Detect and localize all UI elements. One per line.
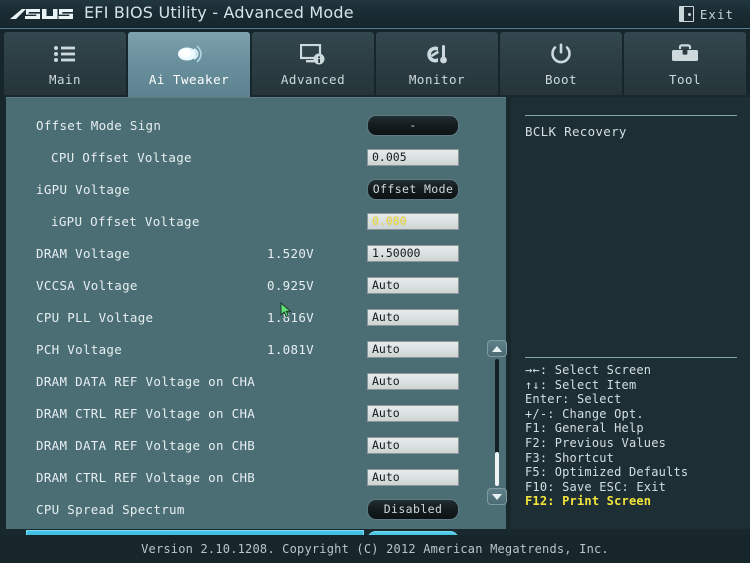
- setting-value-input[interactable]: 1.50000: [367, 244, 459, 262]
- keyboard-legend: →←: Select Screen ↑↓: Select Item Enter: S…: [525, 363, 743, 509]
- tab-tool-label: Tool: [668, 72, 702, 87]
- tab-monitor-label: Monitor: [408, 72, 466, 87]
- setting-row[interactable]: CPU Offset Voltage 0.005: [6, 145, 472, 169]
- setting-value-input[interactable]: Auto: [367, 308, 459, 326]
- setting-value-input[interactable]: 0.080: [367, 212, 459, 230]
- settings-list: Offset Mode Sign - CPU Offset Voltage 0.005…: [6, 113, 472, 561]
- legend-item: +/-: Change Opt.: [525, 406, 644, 421]
- help-panel: BCLK Recovery →←: Select Screen ↑↓: Selec…: [511, 97, 750, 529]
- tweaker-icon: [174, 41, 204, 67]
- setting-row[interactable]: DRAM CTRL REF Voltage on CHB Auto: [6, 465, 472, 489]
- setting-row[interactable]: DRAM DATA REF Voltage on CHA Auto: [6, 369, 472, 393]
- setting-label: CPU Offset Voltage: [51, 149, 192, 165]
- legend-item: F1: General Help: [525, 421, 644, 436]
- exit-door-icon: [678, 6, 694, 22]
- asus-logo: [8, 4, 76, 24]
- title-bar: EFI BIOS Utility - Advanced Mode Exit: [0, 0, 750, 29]
- help-title: BCLK Recovery: [525, 124, 627, 139]
- setting-label: VCCSA Voltage: [36, 277, 138, 293]
- scroll-up-button[interactable]: [487, 340, 507, 357]
- setting-label: CPU PLL Voltage: [36, 309, 154, 325]
- setting-label: iGPU Voltage: [36, 181, 130, 197]
- legend-item: →←: Select Screen: [525, 363, 652, 377]
- legend-item: ↑↓: Select Item: [525, 377, 637, 392]
- legend-item: F5: Optimized Defaults: [525, 465, 689, 480]
- navigation-tabs: Main Ai Tweaker Advanced Monitor Boot To…: [0, 30, 750, 97]
- tab-advanced[interactable]: Advanced: [252, 32, 374, 95]
- monitor-info-icon: [300, 41, 326, 67]
- scroll-down-arrow-icon: [492, 493, 502, 500]
- setting-label: DRAM DATA REF Voltage on CHB: [36, 437, 256, 453]
- tab-ai-tweaker-label: Ai Tweaker: [148, 72, 230, 87]
- tab-main-label: Main: [48, 72, 82, 87]
- setting-value-button[interactable]: Disabled: [367, 498, 459, 520]
- window-title: EFI BIOS Utility - Advanced Mode: [84, 3, 354, 22]
- help-top-divider: [525, 115, 737, 116]
- setting-row[interactable]: DRAM Voltage 1.520V 1.50000: [6, 241, 472, 265]
- toolbox-icon: [671, 41, 699, 67]
- setting-row[interactable]: iGPU Voltage Offset Mode: [6, 177, 472, 201]
- setting-value-input[interactable]: Auto: [367, 372, 459, 390]
- setting-label: Offset Mode Sign: [36, 117, 162, 133]
- legend-item: Enter: Select: [525, 392, 622, 407]
- setting-row[interactable]: CPU PLL Voltage 1.816V Auto: [6, 305, 472, 329]
- setting-row[interactable]: Offset Mode Sign -: [6, 113, 472, 137]
- setting-value-button[interactable]: Offset Mode: [367, 178, 459, 200]
- setting-row[interactable]: iGPU Offset Voltage 0.080: [6, 209, 472, 233]
- tab-ai-tweaker[interactable]: Ai Tweaker: [128, 32, 250, 97]
- setting-row[interactable]: DRAM CTRL REF Voltage on CHA Auto: [6, 401, 472, 425]
- scrollbar-thumb[interactable]: [495, 452, 499, 486]
- setting-monitored-value: 0.925V: [267, 277, 314, 293]
- setting-value-input[interactable]: Auto: [367, 468, 459, 486]
- setting-label: DRAM CTRL REF Voltage on CHA: [36, 405, 256, 421]
- list-icon: [53, 41, 77, 67]
- footer-bar: Version 2.10.1208. Copyright (C) 2012 Am…: [0, 535, 750, 563]
- settings-scrollbar[interactable]: [487, 340, 507, 505]
- tab-boot-label: Boot: [544, 72, 578, 87]
- setting-label: DRAM DATA REF Voltage on CHA: [36, 373, 256, 389]
- tab-monitor[interactable]: Monitor: [376, 32, 498, 95]
- legend-item: F3: Shortcut: [525, 450, 615, 465]
- scroll-down-button[interactable]: [487, 488, 507, 505]
- exit-button-label: Exit: [699, 6, 734, 22]
- tab-tool[interactable]: Tool: [624, 32, 746, 95]
- setting-row[interactable]: DRAM DATA REF Voltage on CHB Auto: [6, 433, 472, 457]
- tab-advanced-label: Advanced: [280, 72, 346, 87]
- legend-item: F2: Previous Values: [525, 435, 667, 450]
- setting-value-input[interactable]: Auto: [367, 436, 459, 454]
- legend-item: F10: Save ESC: Exit: [525, 479, 667, 494]
- setting-value-input[interactable]: Auto: [367, 404, 459, 422]
- tab-main[interactable]: Main: [4, 32, 126, 95]
- legend-item: F12: Print Screen: [525, 494, 652, 509]
- setting-value-input[interactable]: Auto: [367, 340, 459, 358]
- gauge-icon: [424, 41, 450, 67]
- setting-value-input[interactable]: Auto: [367, 276, 459, 294]
- setting-value-button[interactable]: -: [367, 114, 459, 136]
- setting-label: iGPU Offset Voltage: [51, 213, 200, 229]
- setting-label: DRAM Voltage: [36, 245, 130, 261]
- setting-label: CPU Spread Spectrum: [36, 501, 185, 517]
- setting-row[interactable]: VCCSA Voltage 0.925V Auto: [6, 273, 472, 297]
- setting-monitored-value: 1.081V: [267, 341, 314, 357]
- setting-row[interactable]: CPU Spread Spectrum Disabled: [6, 497, 472, 521]
- settings-panel: Offset Mode Sign - CPU Offset Voltage 0.005…: [6, 97, 507, 552]
- legend-divider: [525, 357, 737, 358]
- scroll-up-arrow-icon: [492, 345, 502, 352]
- setting-label: PCH Voltage: [36, 341, 123, 357]
- setting-monitored-value: 1.520V: [267, 245, 314, 261]
- setting-row[interactable]: PCH Voltage 1.081V Auto: [6, 337, 472, 361]
- setting-monitored-value: 1.816V: [267, 309, 314, 325]
- setting-label: DRAM CTRL REF Voltage on CHB: [36, 469, 256, 485]
- setting-value-input[interactable]: 0.005: [367, 148, 459, 166]
- version-copyright-text: Version 2.10.1208. Copyright (C) 2012 Am…: [141, 542, 609, 556]
- power-icon: [550, 41, 572, 67]
- tab-boot[interactable]: Boot: [500, 32, 622, 95]
- exit-button[interactable]: Exit: [675, 3, 742, 25]
